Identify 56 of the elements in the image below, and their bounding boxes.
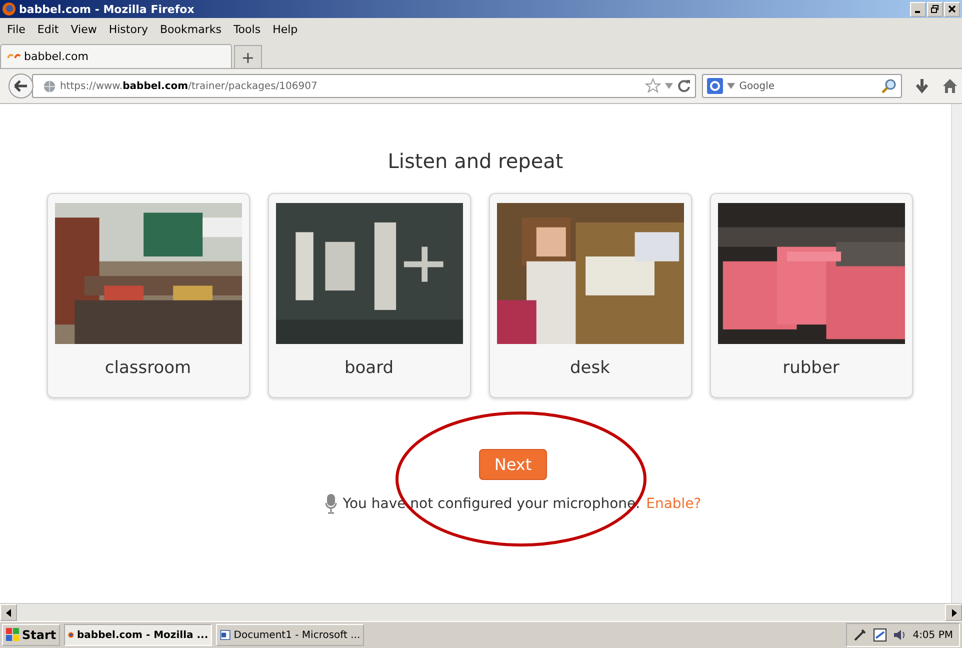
home-icon[interactable]: [942, 78, 958, 94]
star-icon[interactable]: [645, 78, 662, 94]
document-icon: [220, 628, 231, 642]
url-text: https://www.babbel.com/trainer/packages/106907: [60, 80, 318, 92]
favicon-icon: [7, 52, 21, 62]
menu-item[interactable]: Tools: [233, 22, 261, 36]
speaker-icon[interactable]: [892, 628, 907, 642]
scroll-left-button[interactable]: [0, 604, 17, 621]
minimize-button[interactable]: [910, 2, 926, 16]
card-word: desk: [570, 358, 610, 378]
start-button[interactable]: Start: [2, 624, 60, 646]
restore-icon: [931, 5, 939, 13]
menu-item[interactable]: Bookmarks: [160, 22, 222, 36]
google-icon: [707, 78, 724, 94]
taskbar-item[interactable]: Document1 - Microsoft ...: [216, 624, 364, 646]
close-button[interactable]: [944, 2, 960, 16]
window-title: babbel.com - Mozilla Firefox: [19, 2, 194, 16]
search-icon[interactable]: [881, 78, 898, 94]
card-word: classroom: [104, 358, 192, 378]
card-word: board: [344, 358, 394, 378]
address-field[interactable]: https://www.babbel.com/trainer/packages/106907: [32, 74, 696, 98]
menu-item[interactable]: Edit: [37, 22, 59, 36]
page-heading: Listen and repeat: [388, 149, 564, 173]
back-icon[interactable]: [8, 73, 34, 99]
scroll-right-button[interactable]: [945, 604, 962, 621]
tray-icon[interactable]: [872, 628, 887, 642]
vertical-scrollbar[interactable]: [951, 104, 962, 603]
card-word: rubber: [782, 358, 840, 378]
dropdown-icon[interactable]: [665, 83, 674, 89]
clock: 4:05 PM: [912, 630, 953, 640]
horizontal-scrollbar[interactable]: [0, 603, 962, 621]
word-card[interactable]: rubber: [710, 193, 912, 398]
download-icon[interactable]: [914, 78, 930, 94]
tray-icon[interactable]: [852, 628, 867, 642]
word-card[interactable]: desk: [488, 193, 692, 398]
word-card[interactable]: board: [268, 193, 470, 398]
menu-item[interactable]: File: [7, 22, 26, 36]
browser-tab[interactable]: babbel.com: [0, 44, 232, 68]
right-arrow-icon: [950, 608, 956, 616]
windows-icon: [6, 628, 20, 642]
word-card[interactable]: classroom: [46, 193, 250, 398]
menu-item[interactable]: History: [108, 22, 148, 36]
close-icon: [948, 5, 956, 13]
menu-item[interactable]: View: [70, 22, 97, 36]
left-arrow-icon: [6, 608, 12, 616]
taskbar-item[interactable]: babbel.com - Mozilla ...: [64, 624, 212, 646]
new-tab-button[interactable]: +: [234, 45, 262, 68]
reload-icon[interactable]: [677, 79, 692, 93]
dropdown-icon[interactable]: [727, 83, 736, 89]
globe-icon: [42, 80, 56, 92]
microphone-icon: [324, 494, 337, 514]
tab-title: babbel.com: [24, 50, 89, 63]
restore-button[interactable]: [927, 2, 943, 16]
firefox-icon: [2, 2, 16, 16]
menu-item[interactable]: Help: [272, 22, 298, 36]
search-field[interactable]: Google: [702, 74, 902, 98]
